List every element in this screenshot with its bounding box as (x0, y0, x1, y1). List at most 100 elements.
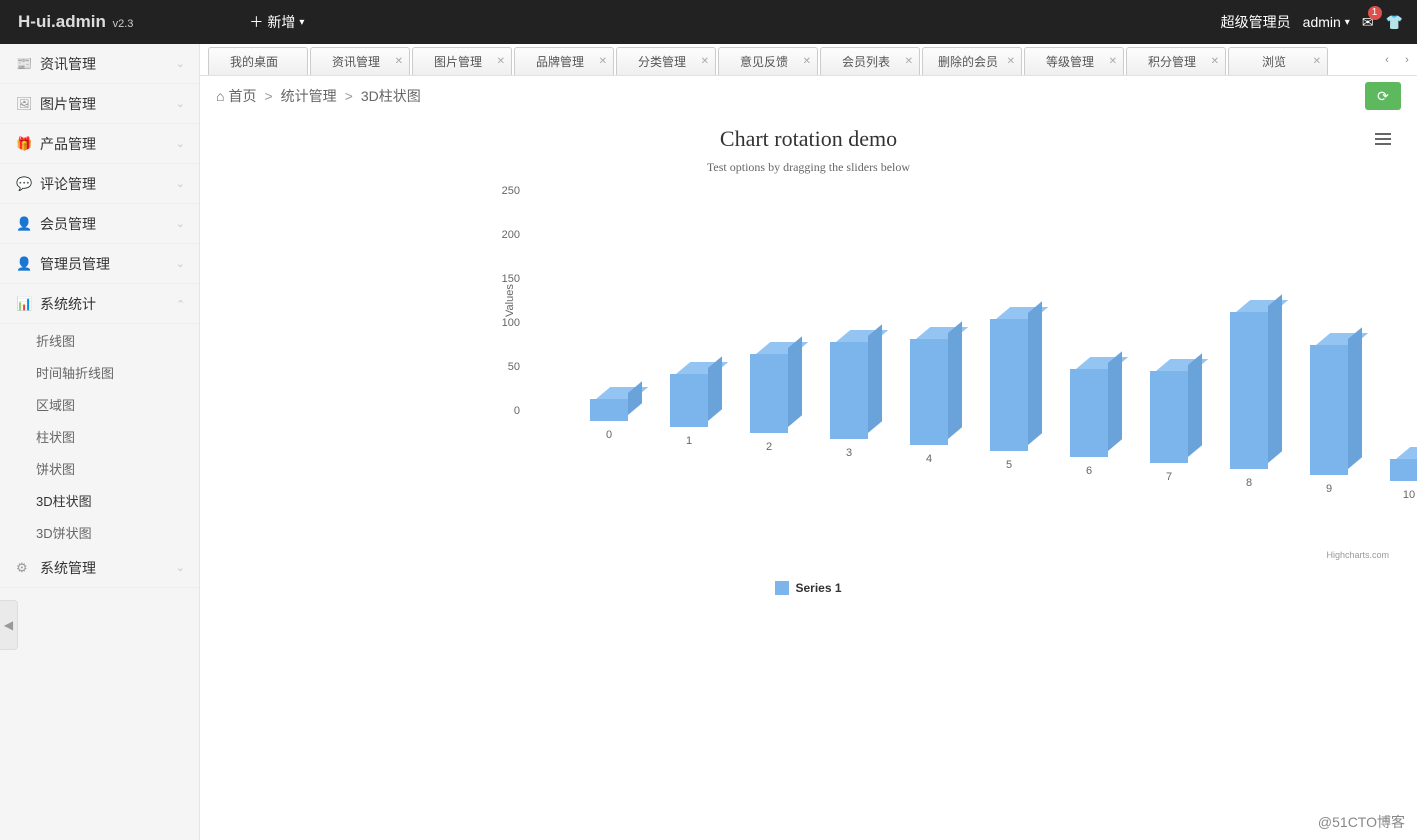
notification-badge: 1 (1368, 6, 1382, 20)
chevron-down-icon: ⌄ (176, 257, 185, 270)
close-icon[interactable]: ✕ (905, 56, 913, 67)
x-tick-label: 1 (674, 435, 704, 447)
product-icon: 🎁 (16, 136, 30, 152)
chart-bar[interactable] (1150, 371, 1188, 463)
sidebar-subitem[interactable]: 饼状图 (0, 452, 199, 484)
x-tick-label: 5 (994, 459, 1024, 471)
breadcrumb: ⌂ 首页 > 统计管理 > 3D柱状图 ⟳ (200, 76, 1417, 116)
close-icon[interactable]: ✕ (1211, 56, 1219, 67)
close-icon[interactable]: ✕ (1109, 56, 1117, 67)
tab[interactable]: 分类管理 ✕ (616, 47, 716, 75)
sidebar-item-label: 产品管理 (40, 134, 96, 154)
chevron-down-icon: ⌄ (176, 97, 185, 110)
sidebar-item-image[interactable]: 🖼图片管理⌄ (0, 84, 199, 124)
chart-bar[interactable] (1070, 369, 1108, 457)
sidebar-item-system[interactable]: ⚙系统管理⌄ (0, 548, 199, 588)
tab-label: 品牌管理 (536, 53, 584, 70)
sidebar-subitem[interactable]: 3D柱状图 (0, 484, 199, 516)
close-icon[interactable]: ✕ (599, 56, 607, 67)
chart-bar[interactable] (750, 354, 788, 433)
chart-bar[interactable] (990, 319, 1028, 451)
legend-series-name: Series 1 (795, 581, 841, 595)
close-icon[interactable]: ✕ (395, 56, 403, 67)
tab[interactable]: 我的桌面 (208, 47, 308, 75)
close-icon[interactable]: ✕ (1007, 56, 1015, 67)
sidebar-item-stats[interactable]: 📊系统统计⌄ (0, 284, 199, 324)
refresh-button[interactable]: ⟳ (1365, 82, 1401, 110)
user-role: 超级管理员 (1221, 12, 1291, 32)
chart-credit[interactable]: Highcharts.com (1326, 550, 1389, 560)
refresh-icon: ⟳ (1377, 88, 1389, 105)
tab[interactable]: 品牌管理 ✕ (514, 47, 614, 75)
chevron-down-icon: ⌄ (176, 137, 185, 150)
user-menu[interactable]: admin ▾ (1303, 14, 1350, 30)
chart-bar[interactable] (590, 399, 628, 421)
x-tick-label: 6 (1074, 465, 1104, 477)
sidebar-item-member[interactable]: 👤会员管理⌄ (0, 204, 199, 244)
tab[interactable]: 积分管理 ✕ (1126, 47, 1226, 75)
tab-label: 意见反馈 (740, 53, 788, 70)
x-tick-label: 7 (1154, 471, 1184, 483)
skin-button[interactable]: 👕 (1386, 14, 1403, 31)
sidebar-item-admin[interactable]: 👤管理员管理⌄ (0, 244, 199, 284)
sidebar-collapse-button[interactable]: ◀ (0, 600, 18, 650)
y-tick-label: 200 (480, 229, 520, 241)
tab-scroll-left[interactable]: ‹ (1377, 46, 1397, 74)
tab[interactable]: 会员列表 ✕ (820, 47, 920, 75)
sidebar-subitem[interactable]: 折线图 (0, 324, 199, 356)
chart-menu-button[interactable] (1375, 130, 1391, 148)
tab-label: 积分管理 (1148, 53, 1196, 70)
y-tick-label: 250 (480, 185, 520, 197)
tab[interactable]: 等级管理 ✕ (1024, 47, 1124, 75)
watermark: @51CTO博客 (1318, 812, 1405, 832)
tab-label: 会员列表 (842, 53, 890, 70)
chevron-down-icon: ▾ (299, 17, 304, 28)
sidebar-item-comment[interactable]: 💬评论管理⌄ (0, 164, 199, 204)
chart-bar[interactable] (1230, 312, 1268, 469)
chart-bar[interactable] (1310, 345, 1348, 475)
x-tick-label: 10 (1394, 489, 1417, 501)
tab-label: 浏览 (1262, 53, 1286, 70)
sidebar: 📰资讯管理⌄🖼图片管理⌄ 🎁 产品管理 ⌄ 💬评论管理⌄👤会员管理⌄👤管理员管理⌄📊系统… (0, 44, 200, 840)
chart-bar[interactable] (910, 339, 948, 445)
member-icon: 👤 (16, 216, 30, 232)
close-icon[interactable]: ✕ (497, 56, 505, 67)
tab[interactable]: 图片管理✕ (412, 47, 512, 75)
sidebar-subitem[interactable]: 区域图 (0, 388, 199, 420)
sidebar-subitem[interactable]: 柱状图 (0, 420, 199, 452)
close-icon[interactable]: ✕ (701, 56, 709, 67)
sidebar-item-news[interactable]: 📰资讯管理⌄ (0, 44, 199, 84)
y-tick-label: 100 (480, 317, 520, 329)
chart-bar[interactable] (830, 342, 868, 439)
y-tick-label: 150 (480, 273, 520, 285)
chevron-left-icon: ◀ (4, 618, 13, 632)
tab-nav: ‹ › (1377, 44, 1417, 76)
y-axis-label: Values (504, 284, 516, 317)
sidebar-item-product[interactable]: 🎁 产品管理 ⌄ (0, 124, 199, 164)
logo: H-ui.admin v2.3 (18, 12, 133, 32)
chart-bar[interactable] (1390, 459, 1417, 481)
sidebar-subitem[interactable]: 3D饼状图 (0, 516, 199, 548)
admin-icon: 👤 (16, 256, 30, 272)
tab-scroll-right[interactable]: › (1397, 46, 1417, 74)
chart-bar[interactable] (670, 374, 708, 427)
chart-legend[interactable]: Series 1 (220, 581, 1397, 595)
messages-button[interactable]: ✉ 1 (1362, 14, 1374, 31)
chevron-down-icon: ⌄ (176, 297, 185, 310)
tab-label: 等级管理 (1046, 53, 1094, 70)
image-icon: 🖼 (16, 96, 30, 112)
breadcrumb-home[interactable]: 首页 (228, 86, 256, 106)
x-tick-label: 9 (1314, 483, 1344, 495)
tab[interactable]: 意见反馈 ✕ (718, 47, 818, 75)
tab[interactable]: 浏览 ✕ (1228, 47, 1328, 75)
sidebar-subitem[interactable]: 时间轴折线图 (0, 356, 199, 388)
tab-label: 资讯管理 (332, 53, 380, 70)
add-new-button[interactable]: ＋ 新增 ▾ (249, 12, 304, 32)
tab[interactable]: 资讯管理 ✕ (310, 47, 410, 75)
tab[interactable]: 删除的会员 ✕ (922, 47, 1022, 75)
close-icon[interactable]: ✕ (1313, 56, 1321, 67)
tab-label: 删除的会员 (938, 53, 998, 70)
close-icon[interactable]: ✕ (803, 56, 811, 67)
tab-label: 分类管理 (638, 53, 686, 70)
breadcrumb-level1[interactable]: 统计管理 (281, 86, 337, 106)
